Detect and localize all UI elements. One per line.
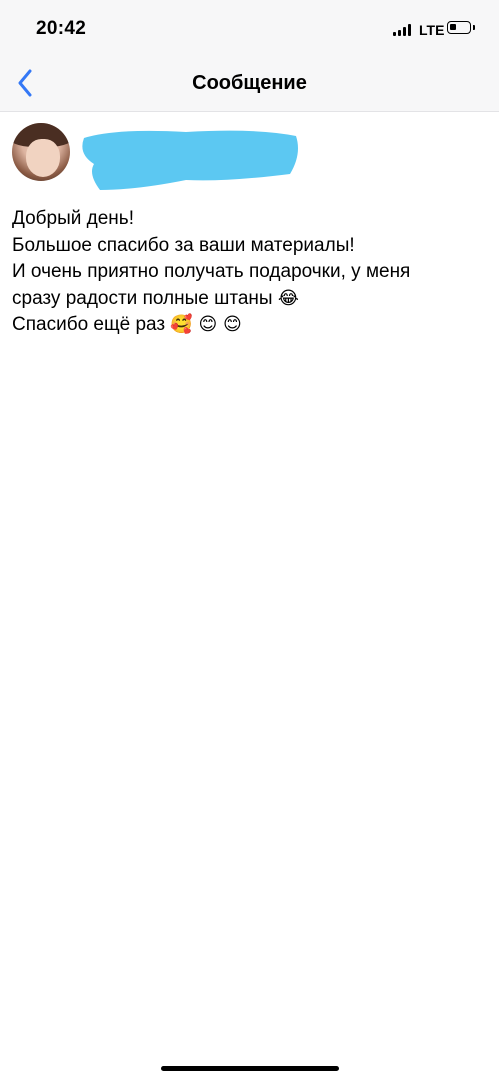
status-time: 20:42 [36,18,87,39]
page-title: Сообщение [192,72,307,94]
message-line: И очень приятно получать подарочки, у ме… [12,261,411,282]
top-bar: 20:42 LTE Сообщение [0,0,499,112]
message-text: Спасибо ещё раз [12,314,166,335]
message-line-with-emoji: сразу радости полные штаны 😂 [12,286,490,313]
network-type: LTE [419,22,445,38]
redacted-sender-name [82,130,298,190]
message-line: Добрый день! [12,208,134,229]
battery-cap [473,25,475,30]
home-indicator[interactable] [161,1066,339,1071]
battery-icon [447,21,471,34]
message-body: Добрый день! Большое спасибо за ваши мат… [12,206,490,339]
message-text: сразу радости полные штаны [12,287,273,309]
smiling-emojis: 🥰 😊 😊 [170,314,242,335]
cellular-signal-icon [393,24,413,36]
tears-of-joy-emoji: 😂 [277,287,299,309]
avatar[interactable] [12,123,70,181]
message-line: Большое спасибо за ваши материалы! [12,234,355,256]
message-line-with-emoji: Спасибо ещё раз 🥰 😊 😊 [12,312,490,339]
